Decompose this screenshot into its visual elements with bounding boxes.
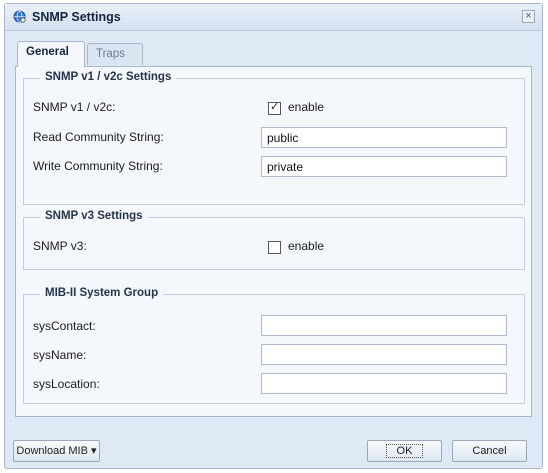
title-bar[interactable]: SNMP Settings × <box>5 4 542 31</box>
snmp-v3-label: SNMP v3: <box>33 239 87 253</box>
syslocation-input[interactable] <box>261 373 507 394</box>
checkmark-icon: ✓ <box>270 101 280 113</box>
snmp-settings-dialog: SNMP Settings × General Traps SNMP v1 / … <box>4 3 543 469</box>
read-community-label: Read Community String: <box>33 130 164 144</box>
snmp-v1v2c-enable-label: enable <box>288 100 325 114</box>
mib2-legend: MIB-II System Group <box>40 287 164 299</box>
tab-traps[interactable]: Traps <box>87 43 143 65</box>
tab-general[interactable]: General <box>17 41 85 67</box>
tab-strip: General Traps <box>15 39 532 67</box>
ok-label: OK <box>385 444 424 458</box>
close-icon: × <box>525 10 532 22</box>
write-community-input[interactable] <box>261 156 507 177</box>
snmp-v1v2c-group: SNMP v1 / v2c Settings SNMP v1 / v2c: ✓ … <box>23 71 525 205</box>
snmp-v1v2c-label: SNMP v1 / v2c: <box>33 100 116 114</box>
close-button[interactable]: × <box>522 10 535 23</box>
cancel-button[interactable]: Cancel <box>452 440 527 462</box>
read-community-input[interactable] <box>261 127 507 148</box>
sysname-input[interactable] <box>261 344 507 365</box>
download-mib-button[interactable]: Download MIB ▾ <box>13 440 100 462</box>
syslocation-label: sysLocation: <box>33 377 100 391</box>
snmp-v1v2c-enable-checkbox[interactable]: ✓ <box>268 101 281 115</box>
snmp-v1v2c-legend: SNMP v1 / v2c Settings <box>40 71 177 83</box>
write-community-label: Write Community String: <box>33 159 163 173</box>
chevron-down-icon: ▾ <box>91 445 97 457</box>
ok-button[interactable]: OK <box>367 440 442 462</box>
snmp-v3-enable-checkbox[interactable] <box>268 241 281 254</box>
snmp-v3-group: SNMP v3 Settings SNMP v3: enable <box>23 210 525 270</box>
syscontact-label: sysContact: <box>33 319 96 333</box>
dialog-title: SNMP Settings <box>32 10 121 24</box>
general-tab-panel: SNMP v1 / v2c Settings SNMP v1 / v2c: ✓ … <box>15 66 532 417</box>
syscontact-input[interactable] <box>261 315 507 336</box>
mib2-system-group: MIB-II System Group sysContact: sysName:… <box>23 287 525 404</box>
cancel-label: Cancel <box>472 445 507 457</box>
globe-settings-icon <box>13 10 26 23</box>
sysname-label: sysName: <box>33 348 87 362</box>
snmp-v3-enable-label: enable <box>288 239 325 253</box>
download-mib-label: Download MIB <box>16 445 88 457</box>
snmp-v3-legend: SNMP v3 Settings <box>40 210 148 222</box>
